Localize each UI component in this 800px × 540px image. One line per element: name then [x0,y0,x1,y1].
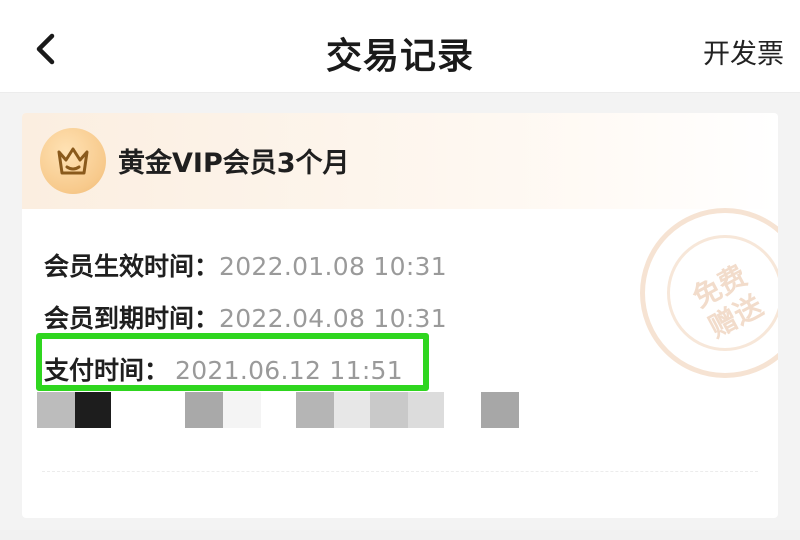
crown-icon [57,147,89,175]
redacted-block [296,392,334,428]
issue-invoice-button[interactable]: 开发票 [703,32,784,71]
payment-time-highlight [36,333,429,391]
product-name: 黄金VIP会员3个月 [118,148,350,179]
divider [42,471,758,472]
card-header: 黄金VIP会员3个月 [22,113,778,209]
redacted-block [408,392,444,428]
expiry-time-label: 会员到期时间： [44,304,220,333]
redacted-block [185,392,223,428]
redacted-block [481,392,519,428]
transaction-card[interactable]: 黄金VIP会员3个月 免费赠送 会员生效时间：2022.01.08 10:31 … [22,113,778,518]
free-gift-stamp: 免费赠送 [640,208,778,378]
page-title: 交易记录 [325,36,474,77]
redacted-block [334,392,370,428]
expiry-time-value: 2022.04.08 10:31 [219,304,447,333]
activation-time-row: 会员生效时间：2022.01.08 10:31 [44,247,447,283]
activation-time-value: 2022.01.08 10:31 [219,252,447,281]
stamp-text: 免费赠送 [687,258,769,345]
activation-time-label: 会员生效时间： [44,252,220,281]
redacted-block [75,392,111,428]
top-bar: 交易记录 开发票 [0,0,800,93]
crown-badge [40,128,106,194]
redacted-block [370,392,408,428]
bottom-strip [0,530,800,540]
stamp-inner-ring: 免费赠送 [667,235,778,351]
redacted-block [223,392,261,428]
redacted-block [37,392,75,428]
expiry-time-row: 会员到期时间：2022.04.08 10:31 [44,299,447,335]
